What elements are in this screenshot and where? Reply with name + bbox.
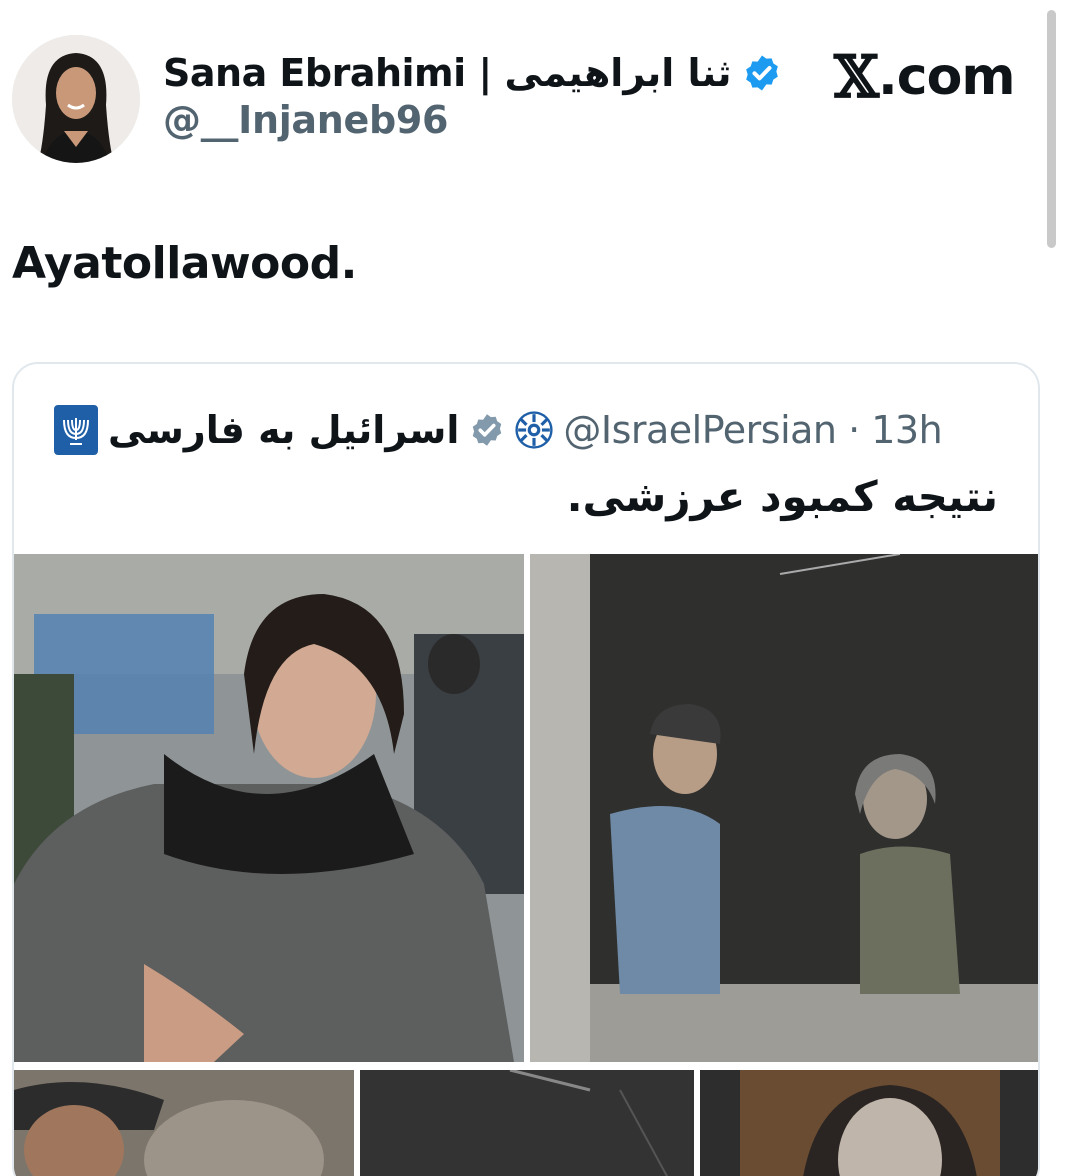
author-name-row[interactable]: Sana Ebrahimi | ثنا ابراهیمی [163,45,782,101]
photo-bottom-middle[interactable] [360,1070,694,1176]
photo-bottom-right-image [700,1070,1038,1176]
photo-couple-window[interactable] [530,554,1038,1062]
photo-woman-street[interactable] [14,554,524,1062]
author-avatar[interactable] [12,35,140,163]
gray-verified-badge-icon [473,414,502,446]
scrollbar[interactable] [1047,10,1056,248]
menorah-emblem-icon[interactable] [54,405,98,455]
site-domain: .com [878,47,1015,107]
photo-bottom-left-image [14,1070,354,1176]
verified-badge-icon [745,55,778,91]
author-display-name[interactable]: Sana Ebrahimi | ثنا ابراهیمی [163,51,732,95]
x-com-logo: 𝕏 .com [834,43,1016,111]
x-logo-icon: 𝕏 [834,43,879,111]
quoted-post-card[interactable]: اسرائیل به فارسی @IsraelPersian · 13h نت… [12,362,1040,1176]
author-handle[interactable]: @__Injaneb96 [163,98,448,142]
avatar-portrait [12,35,140,163]
photo-bottom-middle-image [360,1070,694,1176]
photo-couple-window-image [530,554,1038,1062]
photo-woman-street-image [14,554,524,1062]
quoted-post-header: اسرائیل به فارسی @IsraelPersian · 13h [54,402,943,458]
post-text: Ayatollawood. [12,238,357,289]
quoted-author-handle-time[interactable]: @IsraelPersian · 13h [563,408,942,452]
quoted-post-text: نتیجه کمبود عرزشی. [566,472,998,521]
photo-bottom-right[interactable] [700,1070,1038,1176]
quoted-author-name[interactable]: اسرائیل به فارسی [108,408,459,452]
photo-bottom-left[interactable] [14,1070,354,1176]
israel-government-badge-icon [515,411,553,449]
menorah-symbol [58,410,94,450]
